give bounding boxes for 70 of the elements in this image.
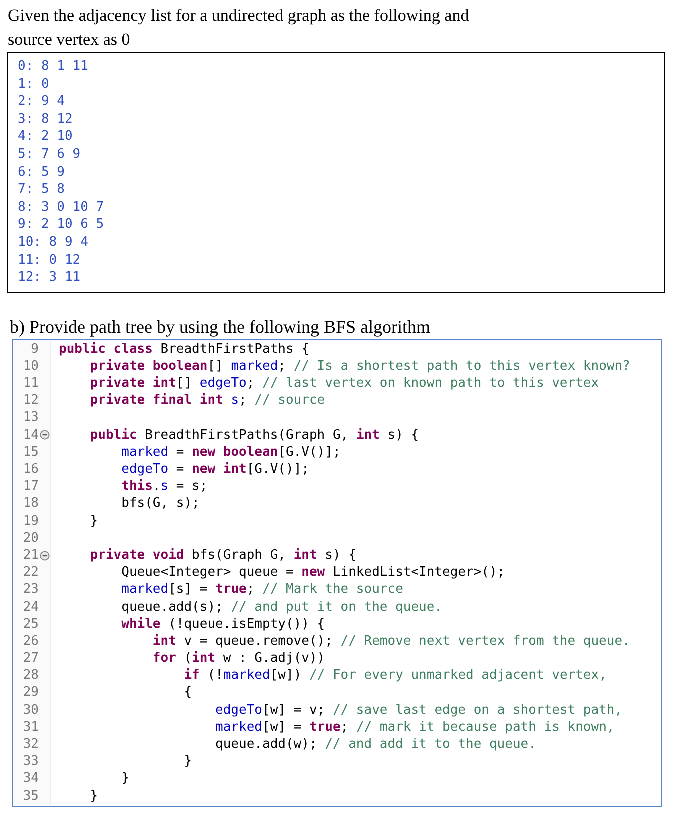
adjacency-line: 7: 5 8 bbox=[18, 181, 65, 199]
code-line: marked[w] = true; // mark it because path is known, bbox=[214, 718, 615, 736]
code-line: Queue<Integer> queue = new LinkedList<Integer>(); bbox=[120, 564, 506, 582]
question-text: source vertex as 0 bbox=[8, 29, 130, 51]
code-line: marked = new boolean[G.V()]; bbox=[120, 444, 341, 462]
code-line: int v = queue.remove(); // Remove next vertex from the queue. bbox=[152, 632, 630, 650]
adjacency-line: 10: 8 9 4 bbox=[18, 234, 88, 252]
line-number: 23 bbox=[22, 581, 39, 599]
adjacency-line: 3: 8 12 bbox=[18, 110, 73, 128]
line-number: 31 bbox=[22, 718, 39, 736]
line-number: 32 bbox=[22, 736, 39, 754]
part-b-heading: b) Provide path tree by using the following BFS algorithm bbox=[10, 316, 430, 339]
line-number: 12 bbox=[22, 392, 39, 410]
adjacency-line: 2: 9 4 bbox=[18, 93, 65, 111]
code-line: } bbox=[183, 753, 192, 770]
collapse-icon[interactable] bbox=[40, 430, 50, 440]
question-text: Given the adjacency list for a undirected graph as the following and bbox=[8, 5, 470, 27]
code-line: while (!queue.isEmpty()) { bbox=[120, 616, 326, 633]
line-number: 26 bbox=[22, 632, 39, 650]
line-number: 24 bbox=[22, 598, 39, 616]
line-number: 14 bbox=[22, 426, 39, 444]
adjacency-line: 12: 3 11 bbox=[18, 269, 81, 287]
code-line: this.s = s; bbox=[120, 478, 208, 496]
code-line: for (int w : G.adj(v)) bbox=[152, 650, 326, 668]
line-number: 33 bbox=[22, 753, 39, 770]
code-line: private int[] edgeTo; // last vertex on known path to this vertex bbox=[89, 375, 600, 392]
adjacency-line: 11: 0 12 bbox=[18, 252, 81, 270]
code-line: queue.add(w); // and add it to the queue. bbox=[214, 736, 536, 754]
line-number: 10 bbox=[22, 358, 39, 376]
code-line: { bbox=[183, 684, 192, 702]
code-line: } bbox=[89, 788, 98, 805]
collapse-icon[interactable] bbox=[40, 550, 50, 561]
adjacency-line: 9: 2 10 6 5 bbox=[18, 216, 104, 234]
line-number: 27 bbox=[22, 650, 39, 668]
line-number: 22 bbox=[22, 564, 39, 582]
line-number: 20 bbox=[22, 530, 39, 547]
code-line: marked[s] = true; // Mark the source bbox=[120, 581, 404, 599]
code-line: queue.add(s); // and put it on the queue. bbox=[120, 598, 443, 616]
code-line: } bbox=[89, 512, 98, 530]
code-line: public class BreadthFirstPaths { bbox=[59, 340, 310, 358]
line-number: 13 bbox=[22, 409, 39, 427]
line-number: 9 bbox=[30, 340, 39, 358]
line-number: 30 bbox=[22, 702, 39, 719]
code-line: bfs(G, s); bbox=[120, 495, 200, 513]
line-number: 21 bbox=[22, 546, 39, 564]
line-number: 15 bbox=[22, 444, 39, 462]
line-number: 11 bbox=[22, 375, 39, 392]
line-number: 35 bbox=[22, 788, 39, 805]
code-line: private void bfs(Graph G, int s) { bbox=[89, 546, 356, 564]
line-number: 18 bbox=[22, 495, 39, 513]
adjacency-line: 1: 0 bbox=[18, 76, 50, 94]
adjacency-line: 6: 5 9 bbox=[18, 164, 65, 182]
adjacency-line: 8: 3 0 10 7 bbox=[18, 198, 104, 216]
line-number: 17 bbox=[22, 478, 39, 496]
adjacency-line: 5: 7 6 9 bbox=[18, 146, 81, 164]
code-line: } bbox=[120, 770, 130, 788]
adjacency-line: 4: 2 10 bbox=[18, 128, 73, 146]
code-line: public BreadthFirstPaths(Graph G, int s) { bbox=[89, 426, 420, 444]
code-line: edgeTo[w] = v; // save last edge on a shortest path, bbox=[214, 702, 623, 719]
line-number: 34 bbox=[22, 770, 39, 788]
line-number: 28 bbox=[22, 667, 39, 684]
code-line: private final int s; // source bbox=[89, 392, 326, 410]
line-number: 19 bbox=[22, 512, 39, 530]
line-number: 16 bbox=[22, 461, 39, 478]
line-number: 29 bbox=[22, 684, 39, 702]
adjacency-line: 0: 8 1 11 bbox=[18, 58, 88, 76]
line-number: 25 bbox=[22, 616, 39, 633]
code-line: edgeTo = new int[G.V()]; bbox=[120, 461, 310, 478]
code-line: private boolean[] marked; // Is a shortest path to this vertex known? bbox=[89, 358, 630, 376]
code-line: if (!marked[w]) // For every unmarked adjacent vertex, bbox=[183, 667, 607, 684]
